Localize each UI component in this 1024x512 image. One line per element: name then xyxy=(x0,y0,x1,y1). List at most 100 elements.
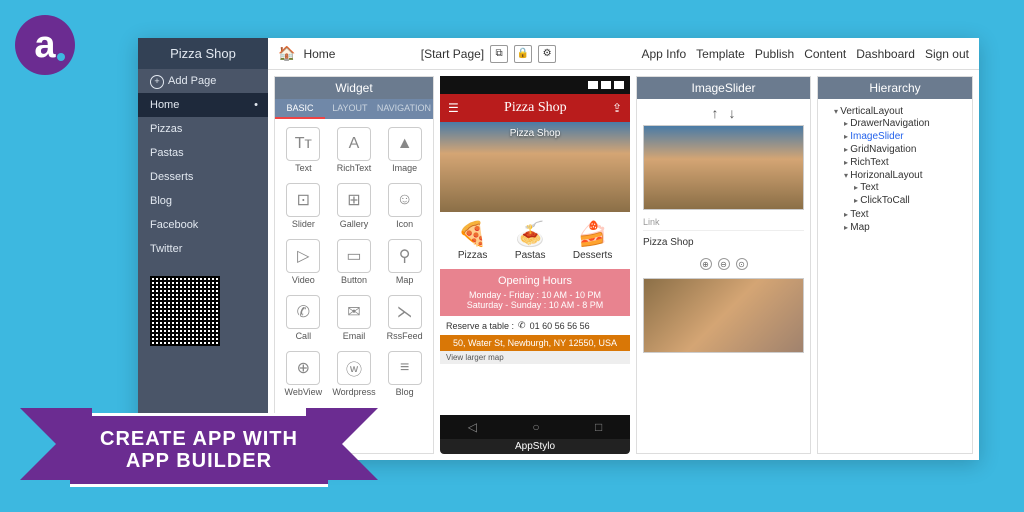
hierarchy-title: Hierarchy xyxy=(818,77,972,99)
settings-button[interactable]: ⚙ xyxy=(538,45,556,63)
slider-panel-title: ImageSlider xyxy=(637,77,810,99)
nav-app-info[interactable]: App Info xyxy=(641,47,686,61)
tree-item[interactable]: Text xyxy=(844,208,966,221)
top-toolbar: 🏠 Home [Start Page] ⧉ 🔒 ⚙ App Info Templ… xyxy=(268,38,979,70)
phone-icon: ✆ xyxy=(518,320,526,331)
tab-basic[interactable]: BASIC xyxy=(275,99,325,119)
phone-statusbar xyxy=(440,76,630,94)
lock-button[interactable]: 🔒 xyxy=(514,45,532,63)
hierarchy-panel: Hierarchy VerticalLayout DrawerNavigatio… xyxy=(817,76,973,454)
widget-icon: ▷ xyxy=(286,239,320,273)
widget-map[interactable]: ⚲Map xyxy=(380,235,429,289)
category-row: 🍕Pizzas 🍝Pastas 🍰Desserts xyxy=(440,212,630,269)
tree-root[interactable]: VerticalLayout DrawerNavigation ImageSli… xyxy=(834,105,966,235)
map-hint[interactable]: View larger map xyxy=(440,351,630,364)
widget-icon: ▲ xyxy=(388,127,422,161)
start-page-label: [Start Page] xyxy=(421,47,484,61)
action-dot-1[interactable]: ⊕ xyxy=(700,258,712,270)
widget-video[interactable]: ▷Video xyxy=(279,235,328,289)
tab-layout[interactable]: LAYOUT xyxy=(325,99,375,119)
breadcrumb-home[interactable]: Home xyxy=(303,47,335,61)
add-page-label: Add Page xyxy=(168,75,216,87)
action-dot-2[interactable]: ⊖ xyxy=(718,258,730,270)
widget-blog[interactable]: ≡Blog xyxy=(380,347,429,401)
action-dot-3[interactable]: ⊙ xyxy=(736,258,748,270)
tree-item[interactable]: HorizonalLayout Text ClickToCall xyxy=(844,169,966,208)
nav-signout[interactable]: Sign out xyxy=(925,47,969,61)
widget-tabs: BASIC LAYOUT NAVIGATION xyxy=(275,99,433,119)
widget-icon: ✉ xyxy=(337,295,371,329)
hamburger-icon[interactable]: ☰ xyxy=(448,101,459,115)
home-icon[interactable]: 🏠 xyxy=(278,45,295,62)
sidebar-item-pastas[interactable]: Pastas xyxy=(138,141,268,165)
panels-row: Widget BASIC LAYOUT NAVIGATION TтTextARi… xyxy=(268,70,979,460)
widget-icon: ⋋ xyxy=(388,295,422,329)
nav-template[interactable]: Template xyxy=(696,47,745,61)
hierarchy-tree: VerticalLayout DrawerNavigation ImageSli… xyxy=(818,99,972,241)
widget-icon: ▭ xyxy=(337,239,371,273)
widget-text[interactable]: TтText xyxy=(279,123,328,177)
phone-body: Pizza Shop 🍕Pizzas 🍝Pastas 🍰Desserts Ope… xyxy=(440,122,630,415)
widget-image[interactable]: ▲Image xyxy=(380,123,429,177)
widget-icon: ☺ xyxy=(388,183,422,217)
slide-thumb-1[interactable] xyxy=(643,125,804,210)
opening-hours: Opening Hours Monday - Friday : 10 AM - … xyxy=(440,269,630,316)
tree-item[interactable]: Text xyxy=(854,181,966,194)
widget-icon: ⊕ xyxy=(286,351,320,385)
tree-item[interactable]: Map xyxy=(844,221,966,234)
reserve-row[interactable]: Reserve a table : ✆ 01 60 56 56 56 xyxy=(440,316,630,335)
cat-pastas[interactable]: 🍝Pastas xyxy=(515,220,546,261)
move-up-icon[interactable]: ↑ xyxy=(712,105,719,121)
tree-item-selected[interactable]: ImageSlider xyxy=(844,130,966,143)
sidebar-title: Pizza Shop xyxy=(138,38,268,69)
sidebar-item-desserts[interactable]: Desserts xyxy=(138,165,268,189)
link-field-1[interactable]: Link xyxy=(643,214,804,231)
home-nav-icon[interactable]: ○ xyxy=(532,420,539,434)
add-page-button[interactable]: Add Page xyxy=(138,69,268,93)
share-icon[interactable]: ⇪ xyxy=(612,101,622,115)
phone-navbar: ◁ ○ □ xyxy=(440,415,630,439)
widget-button[interactable]: ▭Button xyxy=(330,235,379,289)
move-down-icon[interactable]: ↓ xyxy=(729,105,736,121)
widget-webview[interactable]: ⊕WebView xyxy=(279,347,328,401)
phone-preview: ☰ Pizza Shop ⇪ Pizza Shop 🍕Pizzas 🍝Pasta… xyxy=(440,76,630,454)
widget-icon: ⚲ xyxy=(388,239,422,273)
app-builder-window: Pizza Shop Add Page Home Pizzas Pastas D… xyxy=(138,38,979,460)
sidebar-item-pizzas[interactable]: Pizzas xyxy=(138,117,268,141)
widget-email[interactable]: ✉Email xyxy=(330,291,379,345)
widget-rssfeed[interactable]: ⋋RssFeed xyxy=(380,291,429,345)
sidebar-item-facebook[interactable]: Facebook xyxy=(138,213,268,237)
tree-item[interactable]: GridNavigation xyxy=(844,143,966,156)
tree-item[interactable]: DrawerNavigation xyxy=(844,117,966,130)
phone-title: Pizza Shop xyxy=(504,100,567,116)
back-icon[interactable]: ◁ xyxy=(468,420,477,434)
copy-button[interactable]: ⧉ xyxy=(490,45,508,63)
widget-icon: ✆ xyxy=(286,295,320,329)
tree-item[interactable]: RichText xyxy=(844,156,966,169)
widget-slider[interactable]: ⊡Slider xyxy=(279,179,328,233)
widget-panel: Widget BASIC LAYOUT NAVIGATION TтTextARi… xyxy=(274,76,434,454)
widget-gallery[interactable]: ⊞Gallery xyxy=(330,179,379,233)
sidebar-item-twitter[interactable]: Twitter xyxy=(138,237,268,261)
nav-content[interactable]: Content xyxy=(804,47,846,61)
widget-richtext[interactable]: ARichText xyxy=(330,123,379,177)
widget-panel-title: Widget xyxy=(275,77,433,99)
slide-thumb-2[interactable] xyxy=(643,278,804,353)
widget-icon[interactable]: ☺Icon xyxy=(380,179,429,233)
widget-call[interactable]: ✆Call xyxy=(279,291,328,345)
nav-dashboard[interactable]: Dashboard xyxy=(856,47,915,61)
nav-publish[interactable]: Publish xyxy=(755,47,794,61)
widget-wordpress[interactable]: ⓦWordpress xyxy=(330,347,379,401)
brand-logo: a xyxy=(15,15,75,75)
widget-icon: ≡ xyxy=(388,351,422,385)
cat-pizzas[interactable]: 🍕Pizzas xyxy=(458,220,488,261)
slide-caption: Pizza Shop xyxy=(643,235,804,250)
widget-icon: ⊞ xyxy=(337,183,371,217)
sidebar-item-blog[interactable]: Blog xyxy=(138,189,268,213)
cat-desserts[interactable]: 🍰Desserts xyxy=(573,220,612,261)
tree-item[interactable]: ClickToCall xyxy=(854,194,966,207)
sidebar-item-home[interactable]: Home xyxy=(138,93,268,117)
recent-icon[interactable]: □ xyxy=(595,420,602,434)
page-sidebar: Pizza Shop Add Page Home Pizzas Pastas D… xyxy=(138,38,268,460)
tab-navigation[interactable]: NAVIGATION xyxy=(375,99,433,119)
